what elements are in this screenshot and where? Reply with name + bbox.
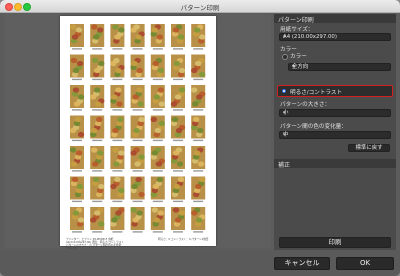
pattern-thumbnail — [150, 207, 165, 233]
pattern-thumbnail — [191, 85, 206, 111]
pattern-thumbnail — [170, 115, 186, 142]
pattern-thumbnail — [90, 146, 105, 172]
chevron-down-icon: ▾ — [283, 110, 286, 116]
preview-paper: プリンター：エプソン PX-M5081F 用紙：A4(210.00x297.00… — [60, 16, 216, 250]
pattern-thumbnail — [69, 24, 84, 50]
pattern-thumbnail — [191, 115, 206, 142]
pattern-thumbnail — [150, 176, 165, 203]
pattern-size-label: パターンの大きさ： — [280, 102, 331, 108]
preview-caption-right: 明るさ：0 コントラスト：0 パターン1枚目 — [158, 238, 209, 241]
pattern-thumbnail — [110, 54, 125, 81]
pattern-print-section-header[interactable]: パターン印刷 — [274, 14, 396, 24]
pattern-thumbnail — [191, 24, 206, 50]
correction-section-title: 補正 — [278, 162, 291, 169]
pattern-thumbnail — [191, 207, 206, 233]
pattern-size-dropdown[interactable]: 小 ▾ — [279, 109, 391, 117]
pattern-thumbnail — [110, 207, 125, 233]
pattern-thumbnail — [90, 207, 105, 233]
preview-caption-left: プリンター：エプソン PX-M5081F 用紙：A4(210.00x297.00… — [66, 238, 124, 250]
brightness-contrast-radio-button[interactable] — [282, 89, 286, 93]
pattern-thumbnail — [171, 176, 185, 203]
pattern-thumbnail — [130, 146, 145, 172]
chevron-down-icon: ▾ — [292, 64, 295, 70]
pattern-thumbnail — [150, 115, 165, 142]
ok-button[interactable]: OK — [336, 257, 394, 270]
pattern-thumbnail — [90, 54, 105, 81]
pattern-thumbnail — [170, 85, 186, 111]
print-preview-area: プリンター：エプソン PX-M5081F 用紙：A4(210.00x297.00… — [5, 14, 271, 250]
cancel-button[interactable]: キャンセル — [274, 257, 330, 270]
pattern-thumbnail — [110, 24, 125, 50]
pattern-thumbnail — [170, 146, 185, 172]
chevron-down-icon: ▾ — [283, 132, 286, 138]
pattern-thumbnail — [110, 176, 125, 203]
pattern-thumbnail — [130, 54, 145, 81]
pattern-thumbnail — [171, 54, 186, 81]
settings-panel: パターン印刷 用紙サイズ： A4 (210.00x297.00) ▾ カラー カ… — [274, 14, 396, 250]
pattern-thumbnail — [150, 54, 165, 81]
pattern-thumbnail — [130, 85, 145, 111]
pattern-thumbnail — [110, 146, 125, 172]
pattern-thumbnail — [70, 85, 85, 111]
reset-to-default-button[interactable]: 標準に戻す — [348, 144, 390, 152]
pattern-thumbnail — [191, 54, 206, 81]
pattern-thumbnail — [90, 176, 105, 203]
pattern-thumbnail — [191, 176, 206, 203]
pattern-thumbnail — [130, 176, 145, 203]
brightness-contrast-label: 明るさ/コントラスト — [290, 90, 343, 96]
pattern-print-dialog: パターン印刷 プリンター：エプソン PX-M5081F 用紙：A4(210.00… — [0, 0, 400, 276]
pattern-thumbnail — [70, 176, 84, 203]
chevron-down-icon: ▾ — [283, 34, 286, 40]
pattern-thumbnail — [150, 85, 165, 111]
pattern-thumbnail — [130, 24, 145, 50]
print-button[interactable]: 印刷 — [279, 237, 391, 248]
pattern-print-section-title: パターン印刷 — [278, 17, 314, 24]
pattern-thumbnail — [191, 146, 206, 172]
pattern-thumbnail — [90, 24, 105, 50]
paper-size-label: 用紙サイズ： — [280, 27, 314, 33]
dialog-footer: キャンセル OK — [0, 250, 400, 276]
pattern-thumbnail — [171, 24, 185, 50]
pattern-thumbnail — [70, 54, 84, 81]
color-change-label: パターン間の色の変化量： — [280, 124, 347, 130]
title-bar: パターン印刷 — [0, 0, 400, 13]
correction-section-header[interactable]: 補正 — [274, 159, 396, 169]
color-radio-button[interactable] — [282, 54, 288, 60]
pattern-thumbnail — [130, 207, 145, 233]
pattern-thumbnail — [171, 207, 186, 233]
pattern-thumbnail — [150, 146, 165, 172]
pattern-thumbnail — [69, 115, 85, 142]
pattern-thumbnail — [90, 85, 105, 111]
pattern-thumbnail — [90, 115, 105, 142]
pattern-thumbnail — [130, 115, 145, 142]
window-title: パターン印刷 — [180, 4, 220, 12]
color-change-dropdown[interactable]: 中 ▾ — [279, 131, 391, 139]
pattern-thumbnail — [110, 115, 125, 142]
paper-size-dropdown[interactable]: A4 (210.00x297.00) ▾ — [279, 33, 391, 41]
pattern-thumbnail — [110, 85, 125, 111]
color-direction-dropdown[interactable]: 全方向 ▾ — [288, 63, 391, 71]
color-radio-label: カラー — [290, 54, 307, 60]
pattern-thumbnail — [69, 146, 84, 172]
pattern-thumbnail-grid — [69, 24, 206, 233]
pattern-thumbnail — [70, 207, 85, 233]
pattern-thumbnail — [150, 24, 165, 50]
